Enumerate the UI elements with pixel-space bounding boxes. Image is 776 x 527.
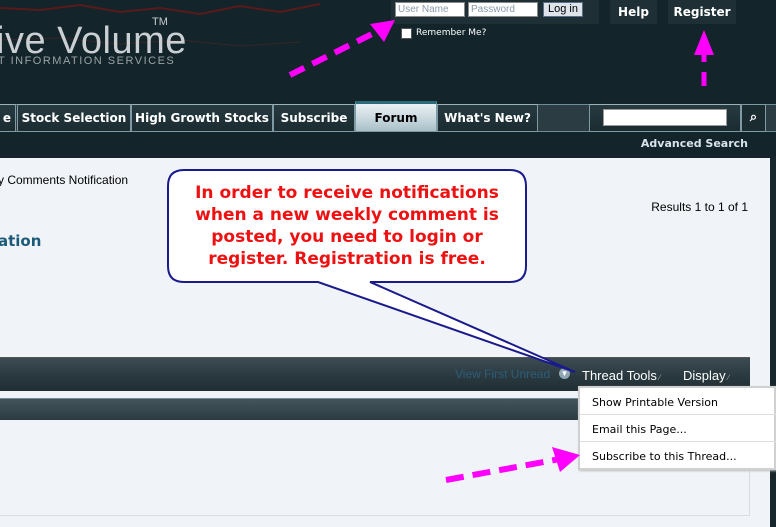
callout-line: In order to receive notifications	[195, 183, 499, 203]
arrow-head-login	[370, 20, 395, 42]
arrow-head-register	[694, 30, 714, 55]
arrow-head-subscribe	[552, 447, 580, 472]
arrow-to-login	[288, 27, 382, 78]
callout-line: posted, you need to login or	[211, 227, 483, 247]
arrow-to-subscribe	[445, 456, 561, 483]
callout-text: In order to receive notifications when a…	[176, 182, 518, 270]
callout-line: when a new weekly comment is	[195, 205, 499, 225]
callout-line: register. Registration is free.	[208, 249, 486, 269]
